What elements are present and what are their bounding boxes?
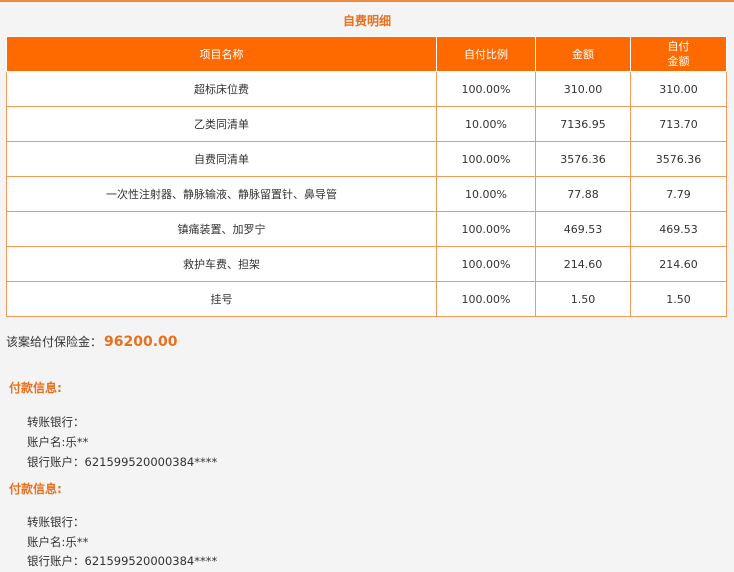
table-row: 镇痛装置、加罗宁 100.00% 469.53 469.53	[6, 211, 727, 247]
table-row: 救护车费、担架 100.00% 214.60 214.60	[6, 246, 727, 282]
payment-info-title: 付款信息:	[9, 482, 62, 496]
cell-amount: 469.53	[535, 211, 631, 247]
cell-ratio: 100.00%	[436, 246, 536, 282]
account-name: 账户名:乐**	[27, 435, 89, 449]
cell-item-name: 镇痛装置、加罗宁	[6, 211, 437, 247]
cell-self-pay: 310.00	[630, 71, 727, 107]
cell-ratio: 10.00%	[436, 106, 536, 142]
cell-self-pay: 1.50	[630, 281, 727, 317]
header-self-pay-line2: 金额	[667, 55, 690, 68]
transfer-bank: 转账银行：	[27, 415, 85, 429]
cell-amount: 214.60	[535, 246, 631, 282]
table-row: 一次性注射器、静脉输液、静脉留置针、鼻导管 10.00% 77.88 7.79	[6, 176, 727, 212]
cell-self-pay: 3576.36	[630, 141, 727, 177]
cell-amount: 3576.36	[535, 141, 631, 177]
table-header-row: 项目名称 自付比例 金额 自付 金额	[6, 36, 727, 72]
header-amount: 金额	[535, 36, 631, 72]
cell-ratio: 100.00%	[436, 281, 536, 317]
insurance-payout: 该案给付保险金： 96200.00	[6, 333, 178, 350]
header-ratio: 自付比例	[436, 36, 536, 72]
table-row: 乙类同清单 10.00% 7136.95 713.70	[6, 106, 727, 142]
account-name: 账户名:乐**	[27, 535, 89, 549]
table-row: 自费同清单 100.00% 3576.36 3576.36	[6, 141, 727, 177]
top-divider	[0, 0, 734, 2]
cell-self-pay: 713.70	[630, 106, 727, 142]
cell-amount: 77.88	[535, 176, 631, 212]
header-item-name: 项目名称	[6, 36, 437, 72]
payout-amount: 96200.00	[104, 334, 178, 350]
cell-self-pay: 214.60	[630, 246, 727, 282]
cell-ratio: 100.00%	[436, 211, 536, 247]
cell-item-name: 一次性注射器、静脉输液、静脉留置针、鼻导管	[6, 176, 437, 212]
transfer-bank: 转账银行：	[27, 515, 85, 529]
cell-amount: 7136.95	[535, 106, 631, 142]
table-row: 超标床位费 100.00% 310.00 310.00	[6, 71, 727, 107]
table-row: 挂号 100.00% 1.50 1.50	[6, 281, 727, 317]
section-title: 自费明细	[342, 14, 391, 28]
header-self-pay: 自付 金额	[630, 36, 727, 72]
payout-label: 该案给付保险金：	[6, 335, 103, 349]
cell-item-name: 自费同清单	[6, 141, 437, 177]
cell-ratio: 10.00%	[436, 176, 536, 212]
account-number: 银行账户：621599520000384****	[27, 554, 218, 568]
cell-item-name: 挂号	[6, 281, 437, 317]
fee-details-table: 项目名称 自付比例 金额 自付 金额 超标床位费 100.00% 310.00 …	[6, 36, 727, 317]
cell-amount: 1.50	[535, 281, 631, 317]
cell-ratio: 100.00%	[436, 141, 536, 177]
cell-ratio: 100.00%	[436, 71, 536, 107]
cell-item-name: 超标床位费	[6, 71, 437, 107]
cell-item-name: 救护车费、担架	[6, 246, 437, 282]
cell-amount: 310.00	[535, 71, 631, 107]
cell-self-pay: 7.79	[630, 176, 727, 212]
payment-info-title: 付款信息:	[9, 381, 62, 395]
cell-item-name: 乙类同清单	[6, 106, 437, 142]
account-number: 银行账户：621599520000384****	[27, 455, 218, 469]
header-self-pay-line1: 自付	[667, 40, 690, 53]
cell-self-pay: 469.53	[630, 211, 727, 247]
